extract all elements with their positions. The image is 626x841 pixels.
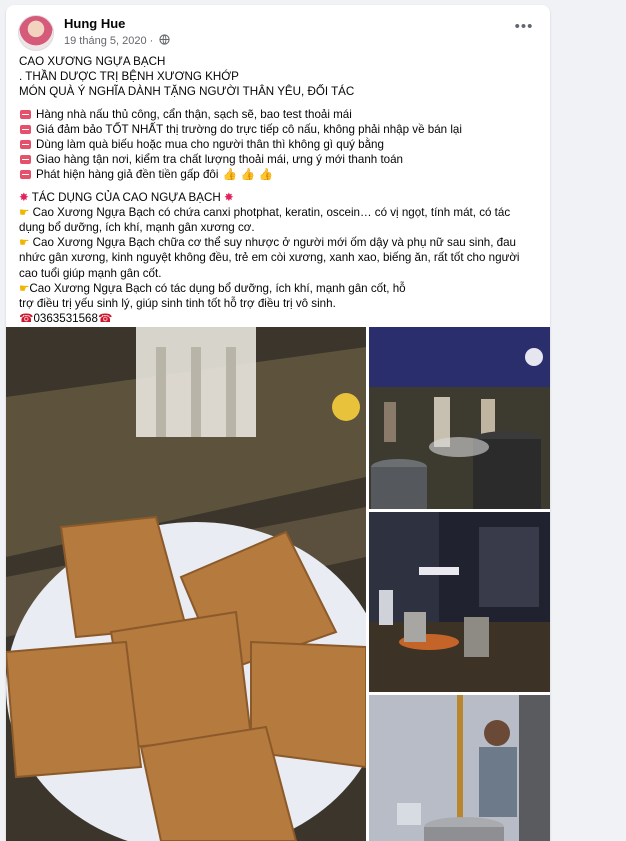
photo-night-cooking-pots[interactable] — [369, 327, 550, 509]
post-meta: 19 tháng 5, 2020 · — [64, 34, 171, 48]
meta-dot: · — [149, 34, 154, 47]
post-text-span: . THẦN DƯỢC TRỊ BỆNH XƯƠNG KHỚP — [19, 70, 239, 84]
post-card: Hung Hue 19 tháng 5, 2020 · ••• CAO XƯƠN… — [6, 5, 550, 841]
avatar[interactable] — [18, 15, 54, 51]
sos-bullet-icon — [20, 155, 31, 165]
post-text-line: Giá đảm bảo TỐT NHẤT thị trường do trực … — [19, 122, 539, 137]
pointing-hand-icon: ☛ — [19, 204, 30, 219]
post-text-span: Giá đảm bảo TỐT NHẤT thị trường do trực … — [36, 122, 462, 136]
author-name[interactable]: Hung Hue — [64, 16, 125, 31]
post-text-line: CAO XƯƠNG NGỰA BẠCH — [19, 54, 539, 69]
post-text-span: trợ điều trị yếu sinh lý, giúp sinh tinh… — [19, 297, 336, 311]
thumbs-up-icon: 👍 👍 👍 — [222, 167, 274, 182]
post-header: Hung Hue 19 tháng 5, 2020 · ••• — [18, 15, 538, 53]
globe-icon[interactable] — [159, 34, 171, 48]
sos-bullet-icon — [20, 124, 31, 134]
post-text: CAO XƯƠNG NGỰA BẠCH . THẦN DƯỢC TRỊ BỆNH … — [19, 54, 539, 326]
post-text-line — [19, 100, 539, 107]
post-text-span: Cao Xương Ngựa Bạch có chứa canxi photph… — [29, 205, 511, 219]
photo-man-stirring-pot[interactable] — [369, 695, 550, 841]
post-text-span: Cao Xương Ngựa Bạch chữa cơ thể suy nhượ… — [29, 236, 517, 250]
post-text-line: dụng bổ dưỡng, ích khí, mạnh gân xương c… — [19, 220, 539, 235]
post-text-line: nhức gân xương, kinh nguyệt không đều, t… — [19, 250, 539, 265]
post-text-line: Phát hiện hàng giả đền tiền gấp đôi 👍 👍 👍 — [19, 167, 539, 182]
photo-grid — [6, 327, 550, 841]
post-text-line: cao tuổi giúp mạnh gân cốt. — [19, 266, 539, 281]
post-text-line: Hàng nhà nấu thủ công, cẩn thận, sạch sẽ… — [19, 107, 539, 122]
post-text-span: Hàng nhà nấu thủ công, cẩn thận, sạch sẽ… — [36, 107, 352, 121]
more-options-button[interactable]: ••• — [510, 17, 538, 41]
pointing-hand-icon: ☛ — [19, 280, 30, 295]
post-text-line: Giao hàng tận nơi, kiểm tra chất lượng t… — [19, 152, 539, 167]
telephone-icon: ☎ — [19, 311, 34, 326]
post-text-span: TÁC DỤNG CỦA CAO NGỰA BẠCH — [28, 190, 224, 204]
post-text-span: Giao hàng tận nơi, kiểm tra chất lượng t… — [36, 153, 404, 167]
photo-night-fire-cooking[interactable] — [369, 512, 550, 692]
post-text-span: Cao Xương Ngựa Bạch có tác dụng bổ dưỡng… — [29, 281, 406, 295]
post-text-span: dụng bổ dưỡng, ích khí, mạnh gân xương c… — [19, 221, 255, 235]
post-text-span: Phát hiện hàng giả đền tiền gấp đôi — [36, 168, 219, 182]
post-text-line: ☎0363531568☎ — [19, 311, 539, 326]
post-text-span: Dùng làm quà biếu hoặc mua cho người thâ… — [36, 138, 384, 152]
post-text-line: MÓN QUÀ Ý NGHĨA DÀNH TẶNG NGƯỜI THÂN YÊU… — [19, 84, 539, 99]
post-text-line: trợ điều trị yếu sinh lý, giúp sinh tinh… — [19, 296, 539, 311]
post-text-line: ✸ TÁC DỤNG CỦA CAO NGỰA BẠCH ✸ — [19, 190, 539, 205]
sos-bullet-icon — [20, 170, 31, 180]
post-text-span: cao tuổi giúp mạnh gân cốt. — [19, 266, 162, 280]
pointing-hand-icon: ☛ — [19, 235, 30, 250]
sos-bullet-icon — [20, 109, 31, 119]
anger-symbol-icon: ✸ — [19, 189, 29, 204]
post-text-line: ☛ Cao Xương Ngựa Bạch có chứa canxi phot… — [19, 205, 539, 220]
post-text-line: ☛ Cao Xương Ngựa Bạch chữa cơ thể suy nh… — [19, 235, 539, 250]
post-text-line: . THẦN DƯỢC TRỊ BỆNH XƯƠNG KHỚP — [19, 69, 539, 84]
post-text-line: Dùng làm quà biếu hoặc mua cho người thâ… — [19, 137, 539, 152]
post-text-span: CAO XƯƠNG NGỰA BẠCH — [19, 55, 166, 68]
phone-number[interactable]: 0363531568 — [33, 312, 97, 325]
post-text-line — [19, 183, 539, 190]
post-text-span: nhức gân xương, kinh nguyệt không đều, t… — [19, 251, 520, 265]
telephone-icon: ☎ — [97, 311, 113, 326]
post-date[interactable]: 19 tháng 5, 2020 — [64, 35, 147, 47]
ellipsis-icon: ••• — [514, 18, 534, 35]
photo-horse-bone-glue-blocks[interactable] — [6, 327, 366, 841]
sos-bullet-icon — [20, 140, 31, 150]
post-text-line: ☛Cao Xương Ngựa Bạch có tác dụng bổ dưỡn… — [19, 281, 539, 296]
post-text-span: MÓN QUÀ Ý NGHĨA DÀNH TẶNG NGƯỜI THÂN YÊU… — [19, 85, 355, 99]
anger-symbol-icon: ✸ — [223, 189, 234, 204]
